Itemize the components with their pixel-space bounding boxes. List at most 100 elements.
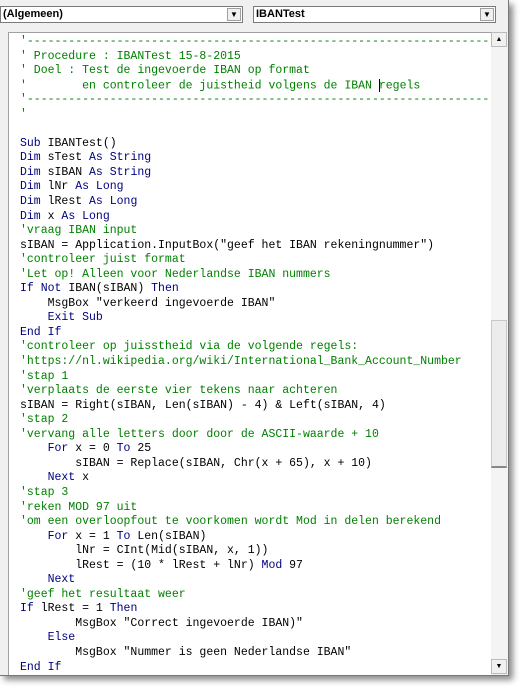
code-line[interactable]: ' xyxy=(20,108,492,123)
code-line[interactable]: 'controleer juist format xyxy=(20,253,492,268)
comment-token: 'controleer juist format xyxy=(20,253,186,267)
code-line[interactable]: ' Procedure : IBANTest 15-8-2015 xyxy=(20,50,492,65)
arrow-down-icon: ▼ xyxy=(495,663,503,670)
keyword-token: As Long xyxy=(61,209,110,223)
comment-token: ' xyxy=(20,107,27,121)
code-token: x xyxy=(47,209,62,223)
code-line[interactable]: Dim sIBAN As String xyxy=(20,166,492,181)
vertical-scrollbar[interactable]: ▲ ▼ xyxy=(491,32,508,674)
keyword-token: If xyxy=(20,602,41,616)
code-line[interactable]: ' Doel : Test de ingevoerde IBAN op form… xyxy=(20,64,492,79)
code-line[interactable]: 'geef het resultaat weer xyxy=(20,588,492,603)
code-line[interactable]: 'https://nl.wikipedia.org/wiki/Internati… xyxy=(20,355,492,370)
keyword-token: End If xyxy=(20,325,62,339)
code-line[interactable]: MsgBox "Nummer is geen Nederlandse IBAN" xyxy=(20,646,492,661)
code-token: sIBAN = Replace(sIBAN, Chr(x + 65), x + … xyxy=(20,456,372,470)
chevron-down-icon[interactable]: ▼ xyxy=(227,8,241,21)
scroll-up-button[interactable]: ▲ xyxy=(491,32,507,47)
code-token: IBANTest() xyxy=(47,136,117,150)
keyword-token: As Long xyxy=(75,180,124,194)
keyword-token: For xyxy=(20,529,76,543)
code-line[interactable]: 'vraag IBAN input xyxy=(20,224,492,239)
code-token: lNr xyxy=(47,180,76,194)
code-line[interactable]: 'stap 2 xyxy=(20,413,492,428)
code-token: sTest xyxy=(47,151,90,165)
arrow-up-icon: ▲ xyxy=(495,36,503,43)
keyword-token: Exit Sub xyxy=(20,311,103,325)
code-line[interactable]: Else xyxy=(20,631,492,646)
code-line[interactable]: Dim x As Long xyxy=(20,210,492,225)
code-line[interactable]: For x = 1 To Len(sIBAN) xyxy=(20,530,492,545)
keyword-token: Dim xyxy=(20,151,48,165)
code-text[interactable]: '---------------------------------------… xyxy=(20,35,492,675)
code-line[interactable]: Dim sTest As String xyxy=(20,151,492,166)
code-line[interactable] xyxy=(20,122,492,137)
chevron-down-icon[interactable]: ▼ xyxy=(480,8,494,21)
code-token: MsgBox "Nummer is geen Nederlandse IBAN" xyxy=(20,645,352,659)
procedure-dropdown-value: IBANTest xyxy=(256,8,305,20)
comment-token: 'https://nl.wikipedia.org/wiki/Internati… xyxy=(20,355,462,369)
code-line[interactable]: 'verplaats de eerste vier tekens naar ac… xyxy=(20,384,492,399)
comment-token: 'verplaats de eerste vier tekens naar ac… xyxy=(20,384,338,398)
comment-token: ' Procedure : IBANTest 15-8-2015 xyxy=(20,49,241,63)
vba-code-window: (Algemeen) ▼ IBANTest ▼ '---------------… xyxy=(0,0,509,676)
code-line[interactable]: For x = 0 To 25 xyxy=(20,442,492,457)
code-token: IBAN(sIBAN) xyxy=(68,282,152,296)
code-token: 97 xyxy=(289,558,303,572)
code-line[interactable]: Sub IBANTest() xyxy=(20,137,492,152)
margin-indicator-bar[interactable] xyxy=(0,32,8,674)
comment-token: regels xyxy=(378,79,421,93)
code-token: 25 xyxy=(137,442,152,456)
code-line[interactable]: Next x xyxy=(20,471,492,486)
object-dropdown[interactable]: (Algemeen) ▼ xyxy=(0,6,243,23)
code-line[interactable]: 'vervang alle letters door door de ASCII… xyxy=(20,428,492,443)
code-line[interactable]: '---------------------------------------… xyxy=(20,35,492,50)
code-line[interactable]: MsgBox "verkeerd ingevoerde IBAN" xyxy=(20,297,492,312)
keyword-token: As String xyxy=(89,151,152,165)
code-line[interactable]: ' en controleer de juistheid volgens de … xyxy=(20,78,492,94)
code-line[interactable]: 'controleer op juisstheid via de volgend… xyxy=(20,340,492,355)
code-token: sIBAN = Application.InputBox("geef het I… xyxy=(20,238,435,252)
code-line[interactable]: 'om een overloopfout te voorkomen wordt … xyxy=(20,515,492,530)
keyword-token: End If xyxy=(20,660,62,674)
keyword-token: Dim xyxy=(20,165,48,179)
comment-token: 'Let op! Alleen voor Nederlandse IBAN nu… xyxy=(20,267,331,281)
code-line[interactable]: MsgBox "Correct ingevoerde IBAN)" xyxy=(20,617,492,632)
code-line[interactable]: sIBAN = Right(sIBAN, Len(sIBAN) - 4) & L… xyxy=(20,399,492,414)
comment-token: 'vervang alle letters door door de ASCII… xyxy=(20,427,379,441)
procedure-dropdown[interactable]: IBANTest ▼ xyxy=(253,6,496,23)
keyword-token: Else xyxy=(20,631,76,645)
code-line[interactable]: 'stap 1 xyxy=(20,370,492,385)
code-line[interactable]: '---------------------------------------… xyxy=(20,93,492,108)
object-dropdown-value: (Algemeen) xyxy=(3,8,63,20)
code-line[interactable]: End If xyxy=(20,326,492,341)
code-token: Len(sIBAN) xyxy=(137,529,207,543)
keyword-token: Dim xyxy=(20,195,48,209)
code-line[interactable]: Next xyxy=(20,573,492,588)
code-line[interactable]: Dim lRest As Long xyxy=(20,195,492,210)
code-line[interactable]: sIBAN = Replace(sIBAN, Chr(x + 65), x + … xyxy=(20,457,492,472)
scroll-down-button[interactable]: ▼ xyxy=(491,659,507,674)
comment-token: 'stap 1 xyxy=(20,369,69,383)
code-line[interactable]: Exit Sub xyxy=(20,311,492,326)
code-line[interactable]: If lRest = 1 Then xyxy=(20,602,492,617)
code-line[interactable]: 'reken MOD 97 uit xyxy=(20,501,492,516)
code-editor[interactable]: '---------------------------------------… xyxy=(8,32,492,675)
code-line[interactable]: End If xyxy=(20,661,492,675)
code-line[interactable]: Dim lNr As Long xyxy=(20,180,492,195)
code-window-toolbar: (Algemeen) ▼ IBANTest ▼ xyxy=(0,0,508,28)
code-line[interactable]: 'Let op! Alleen voor Nederlandse IBAN nu… xyxy=(20,268,492,283)
code-token: lRest = 1 xyxy=(40,602,110,616)
comment-token: 'reken MOD 97 uit xyxy=(20,500,138,514)
code-line[interactable]: lNr = CInt(Mid(sIBAN, x, 1)) xyxy=(20,544,492,559)
code-line[interactable]: If Not IBAN(sIBAN) Then xyxy=(20,282,492,297)
code-line[interactable]: lRest = (10 * lRest + lNr) Mod 97 xyxy=(20,559,492,574)
code-token: x xyxy=(82,471,90,485)
code-token: MsgBox "verkeerd ingevoerde IBAN" xyxy=(20,296,276,310)
comment-token: 'om een overloopfout te voorkomen wordt … xyxy=(20,515,441,529)
code-line[interactable]: sIBAN = Application.InputBox("geef het I… xyxy=(20,239,492,254)
code-token: lRest = (10 * lRest + lNr) xyxy=(20,558,262,572)
keyword-token: Next xyxy=(20,573,76,587)
scrollbar-thumb[interactable] xyxy=(491,320,507,468)
code-line[interactable]: 'stap 3 xyxy=(20,486,492,501)
